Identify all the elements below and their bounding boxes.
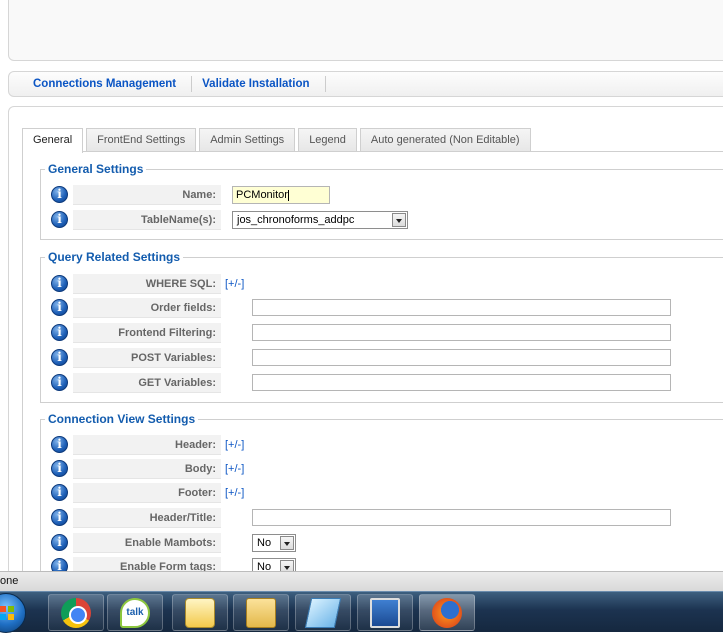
mail-icon <box>185 598 215 628</box>
info-icon[interactable]: i <box>51 349 68 366</box>
body-toggle[interactable]: [+/-] <box>225 459 244 479</box>
general-settings-title: General Settings <box>45 162 147 176</box>
info-icon[interactable]: i <box>51 509 68 526</box>
enable-mambots-label: Enable Mambots: <box>73 533 221 553</box>
header-title-input[interactable] <box>252 509 671 526</box>
browser-status-bar: one <box>0 571 723 591</box>
enable-mambots-value: No <box>257 537 272 549</box>
frontend-filtering-label: Frontend Filtering: <box>73 323 221 343</box>
info-icon[interactable]: i <box>51 186 68 203</box>
name-input[interactable]: PCMonitor <box>232 186 330 204</box>
text-caret <box>287 189 289 201</box>
remote-desktop-icon <box>370 598 400 628</box>
frontend-filtering-input[interactable] <box>252 324 671 341</box>
notes-icon <box>304 598 342 628</box>
get-variables-label: GET Variables: <box>73 373 221 393</box>
tablename-select-value: jos_chronoforms_addpc <box>237 214 355 226</box>
start-orb[interactable] <box>0 593 26 633</box>
info-icon[interactable]: i <box>51 211 68 228</box>
tablename-label: TableName(s): <box>73 210 221 230</box>
query-settings-group: Query Related Settings i WHERE SQL: [+/-… <box>40 250 723 403</box>
order-fields-row: i Order fields: <box>47 297 723 319</box>
info-icon[interactable]: i <box>51 374 68 391</box>
where-sql-label: WHERE SQL: <box>73 274 221 294</box>
frontend-filtering-row: i Frontend Filtering: <box>47 322 723 344</box>
tab-admin-settings[interactable]: Admin Settings <box>199 128 296 152</box>
taskbar-notes-button[interactable] <box>295 594 351 631</box>
taskbar-firefox-button[interactable] <box>419 594 475 631</box>
order-fields-label: Order fields: <box>73 298 221 318</box>
where-sql-row: i WHERE SQL: [+/-] <box>47 273 723 295</box>
firefox-icon <box>432 598 462 628</box>
get-variables-input[interactable] <box>252 374 671 391</box>
top-panel <box>8 0 723 61</box>
footer-row: i Footer: [+/-] <box>47 482 723 504</box>
body-row: i Body: [+/-] <box>47 458 723 480</box>
header-label: Header: <box>73 435 221 455</box>
where-sql-toggle[interactable]: [+/-] <box>225 274 244 294</box>
footer-label: Footer: <box>73 483 221 503</box>
tab-general[interactable]: General <box>22 128 84 153</box>
component-toolbar: Connections Management Validate Installa… <box>8 71 723 97</box>
enable-mambots-select[interactable]: No <box>252 534 296 552</box>
tab-legend[interactable]: Legend <box>298 128 357 152</box>
header-toggle[interactable]: [+/-] <box>225 435 244 455</box>
info-icon[interactable]: i <box>51 299 68 316</box>
footer-toggle[interactable]: [+/-] <box>225 483 244 503</box>
tablename-select[interactable]: jos_chronoforms_addpc <box>232 211 408 229</box>
header-row: i Header: [+/-] <box>47 434 723 456</box>
folder-icon <box>246 598 276 628</box>
name-row: i Name: PCMonitor <box>47 184 723 206</box>
validate-installation-link[interactable]: Validate Installation <box>192 76 326 92</box>
tab-auto-generated[interactable]: Auto generated (Non Editable) <box>359 128 531 152</box>
windows-taskbar: talk <box>0 591 723 633</box>
body-label: Body: <box>73 459 221 479</box>
view-settings-title: Connection View Settings <box>45 412 199 426</box>
get-variables-row: i GET Variables: <box>47 372 723 394</box>
info-icon[interactable]: i <box>51 436 68 453</box>
info-icon[interactable]: i <box>51 534 68 551</box>
settings-tabs: General FrontEnd Settings Admin Settings… <box>22 128 534 153</box>
chrome-icon <box>61 598 91 628</box>
info-icon[interactable]: i <box>51 324 68 341</box>
enable-mambots-row: i Enable Mambots: No <box>47 532 723 554</box>
post-variables-label: POST Variables: <box>73 348 221 368</box>
chevron-down-icon[interactable] <box>392 213 406 227</box>
taskbar-mail-button[interactable] <box>172 594 228 631</box>
general-settings-group: General Settings i Name: PCMonitor i Tab… <box>40 162 723 240</box>
post-variables-row: i POST Variables: <box>47 347 723 369</box>
tab-frontend-settings[interactable]: FrontEnd Settings <box>86 128 197 152</box>
taskbar-talk-button[interactable]: talk <box>107 594 163 631</box>
info-icon[interactable]: i <box>51 460 68 477</box>
tablename-row: i TableName(s): jos_chronoforms_addpc <box>47 209 723 231</box>
post-variables-input[interactable] <box>252 349 671 366</box>
query-settings-title: Query Related Settings <box>45 250 184 264</box>
header-title-row: i Header/Title: <box>47 507 723 529</box>
connections-management-link[interactable]: Connections Management <box>23 76 193 92</box>
name-input-value: PCMonitor <box>236 189 288 201</box>
google-talk-icon: talk <box>120 598 150 628</box>
taskbar-explorer-button[interactable] <box>233 594 289 631</box>
info-icon[interactable]: i <box>51 275 68 292</box>
name-label: Name: <box>73 185 221 205</box>
taskbar-remote-desktop-button[interactable] <box>357 594 413 631</box>
header-title-label: Header/Title: <box>73 508 221 528</box>
status-text: one <box>0 575 19 587</box>
info-icon[interactable]: i <box>51 484 68 501</box>
chevron-down-icon[interactable] <box>280 536 294 550</box>
order-fields-input[interactable] <box>252 299 671 316</box>
taskbar-chrome-button[interactable] <box>48 594 104 631</box>
